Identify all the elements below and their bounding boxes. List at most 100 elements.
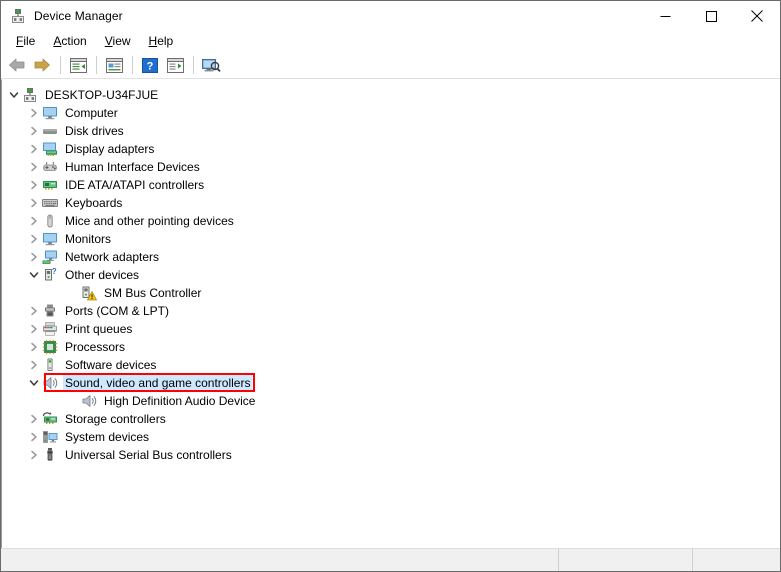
tree-node[interactable]: High Definition Audio Device	[2, 392, 779, 410]
status-pane-1	[1, 549, 559, 571]
expander-chevron-right-icon[interactable]	[26, 320, 42, 338]
svg-text:?: ?	[52, 267, 57, 276]
tree-node[interactable]: Monitors	[2, 230, 779, 248]
network-adapter-icon	[42, 249, 58, 265]
tree-node[interactable]: Print queues	[2, 320, 779, 338]
status-pane-2	[559, 549, 693, 571]
toolbar-separator	[132, 56, 133, 74]
properties-icon[interactable]	[102, 54, 126, 76]
tree-node[interactable]: Display adapters	[2, 140, 779, 158]
tree-node[interactable]: Keyboards	[2, 194, 779, 212]
tree-node-label: Storage controllers	[65, 412, 166, 426]
tree-node-label: SM Bus Controller	[104, 286, 202, 300]
expander-chevron-right-icon[interactable]	[26, 230, 42, 248]
minimize-button[interactable]	[642, 1, 688, 31]
expander-chevron-down-icon[interactable]	[6, 86, 22, 104]
computer-root-icon	[22, 87, 38, 103]
expander-chevron-right-icon[interactable]	[26, 446, 42, 464]
expander-chevron-right-icon[interactable]	[26, 248, 42, 266]
mouse-icon	[42, 213, 58, 229]
tree-node[interactable]: Processors	[2, 338, 779, 356]
console-tree-icon[interactable]	[66, 54, 90, 76]
software-device-icon	[42, 357, 58, 373]
tree-node[interactable]: Storage controllers	[2, 410, 779, 428]
processor-icon	[42, 339, 58, 355]
port-icon	[42, 303, 58, 319]
expander-chevron-right-icon[interactable]	[26, 338, 42, 356]
expander-chevron-right-icon[interactable]	[26, 356, 42, 374]
expander-chevron-right-icon[interactable]	[26, 122, 42, 140]
menu-help[interactable]: Help	[141, 32, 182, 51]
tree-node[interactable]: Universal Serial Bus controllers	[2, 446, 779, 464]
other-device-icon: ?	[42, 267, 58, 283]
toolbar-separator	[96, 56, 97, 74]
device-manager-icon	[10, 8, 26, 24]
tree-node[interactable]: Ports (COM & LPT)	[2, 302, 779, 320]
tree-node-label: DESKTOP-U34FJUE	[45, 88, 159, 102]
expander-chevron-down-icon[interactable]	[26, 266, 42, 284]
menu-action[interactable]: Action	[45, 32, 94, 51]
tree-node[interactable]: Human Interface Devices	[2, 158, 779, 176]
tree-node-label: Universal Serial Bus controllers	[65, 448, 232, 462]
expander-chevron-right-icon[interactable]	[26, 302, 42, 320]
tree-node-label: Software devices	[65, 358, 157, 372]
status-bar	[1, 548, 780, 571]
expander-chevron-right-icon[interactable]	[26, 428, 42, 446]
tree-node[interactable]: Network adapters	[2, 248, 779, 266]
close-button[interactable]	[734, 1, 780, 31]
tree-node[interactable]: Mice and other pointing devices	[2, 212, 779, 230]
tree-node[interactable]: Software devices	[2, 356, 779, 374]
expander-chevron-right-icon[interactable]	[26, 158, 42, 176]
tree-node-label: Ports (COM & LPT)	[65, 304, 170, 318]
tree-node[interactable]: Disk drives	[2, 122, 779, 140]
expander-chevron-right-icon[interactable]	[26, 176, 42, 194]
tree-node-label: Sound, video and game controllers	[63, 374, 253, 392]
expander-chevron-right-icon[interactable]	[26, 212, 42, 230]
tree-node[interactable]: IDE ATA/ATAPI controllers	[2, 176, 779, 194]
maximize-button[interactable]	[688, 1, 734, 31]
forward-arrow-icon[interactable]	[30, 54, 54, 76]
speaker-icon	[81, 393, 97, 409]
speaker-icon	[42, 375, 58, 391]
help-question-icon[interactable]: ?	[138, 54, 162, 76]
tree-node[interactable]: ? Other devices	[2, 266, 779, 284]
scan-changes-icon[interactable]	[163, 54, 187, 76]
toolbar-separator	[60, 56, 61, 74]
menu-file[interactable]: File	[8, 32, 43, 51]
tree-node-label: Human Interface Devices	[65, 160, 200, 174]
tree-node[interactable]: System devices	[2, 428, 779, 446]
tree-node-label: Mice and other pointing devices	[65, 214, 234, 228]
expander-chevron-right-icon[interactable]	[26, 140, 42, 158]
tree-node-label: Disk drives	[65, 124, 124, 138]
device-tree-panel[interactable]: DESKTOP-U34FJUE Computer Disk drives Displa…	[1, 79, 780, 548]
expander-chevron-right-icon[interactable]	[26, 194, 42, 212]
expander-chevron-right-icon[interactable]	[26, 410, 42, 428]
toolbar: ?	[1, 52, 780, 79]
svg-text:?: ?	[147, 60, 154, 72]
tree-node[interactable]: Sound, video and game controllers	[2, 373, 779, 392]
monitor-icon	[42, 105, 58, 121]
keyboard-icon	[42, 195, 58, 211]
expander-chevron-down-icon[interactable]	[26, 374, 42, 392]
menu-bar: File Action View Help	[1, 31, 780, 52]
tree-node-label: Print queues	[65, 322, 133, 336]
tree-node-label: High Definition Audio Device	[104, 394, 256, 408]
system-device-icon	[42, 429, 58, 445]
tree-node[interactable]: Computer	[2, 104, 779, 122]
caption-button-group	[642, 1, 780, 31]
expander-chevron-right-icon[interactable]	[26, 104, 42, 122]
device-manager-window: Device Manager File Action View Help ? D…	[0, 0, 781, 572]
tree-node-label: System devices	[65, 430, 150, 444]
hid-gamepad-icon	[42, 159, 58, 175]
update-driver-icon[interactable]	[199, 54, 223, 76]
device-tree[interactable]: DESKTOP-U34FJUE Computer Disk drives Displa…	[2, 81, 779, 548]
menu-view[interactable]: View	[97, 32, 139, 51]
back-arrow-icon[interactable]	[5, 54, 29, 76]
display-adapter-icon	[42, 141, 58, 157]
tree-node-label: Monitors	[65, 232, 112, 246]
expander-placeholder	[65, 284, 81, 302]
tree-root-node[interactable]: DESKTOP-U34FJUE	[2, 86, 779, 104]
status-pane-3	[693, 549, 780, 571]
ide-controller-icon	[42, 177, 58, 193]
tree-node[interactable]: SM Bus Controller	[2, 284, 779, 302]
